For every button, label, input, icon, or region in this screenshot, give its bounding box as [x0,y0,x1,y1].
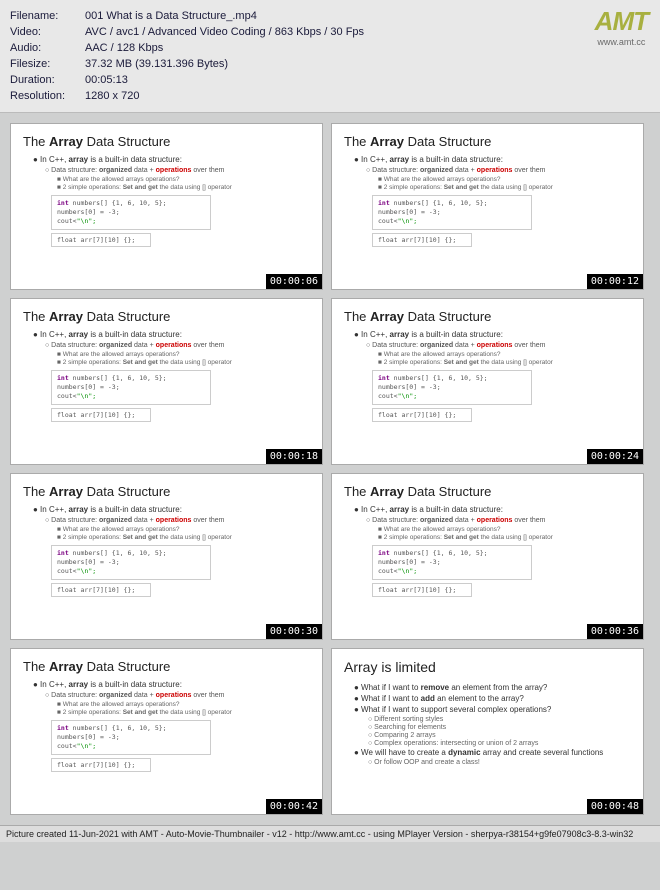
timestamp: 00:00:30 [266,624,322,639]
bullet-3b: ■ 2 simple operations: Set and get the d… [378,534,631,541]
code-box-1: int numbers[] {1, 6, 10, 5};numbers[0] =… [372,545,532,580]
bullet-3b: ■ 2 simple operations: Set and get the d… [57,709,310,716]
bullet-1: ● In C++, array is a built-in data struc… [354,330,631,339]
logo-url: www.amt.cc [595,37,648,47]
slide-title: The Array Data Structure [23,659,310,674]
header-value: 1280 x 720 [85,88,650,104]
bullet-3a: ■ What are the allowed arrays operations… [378,351,631,358]
slide-title: The Array Data Structure [23,309,310,324]
code-box-1: int numbers[] {1, 6, 10, 5};numbers[0] =… [51,195,211,230]
slide-title: The Array Data Structure [23,484,310,499]
bullet-3a: ■ What are the allowed arrays operations… [378,526,631,533]
bullet-3a: ■ What are the allowed arrays operations… [57,701,310,708]
header-value: 37.32 MB (39.131.396 Bytes) [85,56,650,72]
timestamp: 00:00:36 [587,624,643,639]
bullet-2: ○ Data structure: organized data + opera… [45,167,310,174]
slide-title: The Array Data Structure [344,134,631,149]
bullet-3a: ■ What are the allowed arrays operations… [378,176,631,183]
bullet-2: ○ Data structure: organized data + opera… [366,342,631,349]
code-box-2: float arr[7][10] {}; [372,233,472,247]
code-box-2: float arr[7][10] {}; [51,233,151,247]
lim-s2: ○ Searching for elements [368,724,631,731]
thumbnail: The Array Data Structure ● In C++, array… [10,298,323,465]
timestamp: 00:00:06 [266,274,322,289]
bullet-3b: ■ 2 simple operations: Set and get the d… [57,359,310,366]
thumbnail: The Array Data Structure ● In C++, array… [10,473,323,640]
timestamp: 00:00:18 [266,449,322,464]
bullet-2: ○ Data structure: organized data + opera… [45,517,310,524]
bullet-3b: ■ 2 simple operations: Set and get the d… [57,534,310,541]
lim-s1: ○ Different sorting styles [368,716,631,723]
logo: AMT www.amt.cc [595,6,648,47]
lim-s5: ○ Or follow OOP and create a class! [368,759,631,766]
code-box-1: int numbers[] {1, 6, 10, 5};numbers[0] =… [51,370,211,405]
bullet-1: ● In C++, array is a built-in data struc… [33,330,310,339]
thumbnail: The Array Data Structure ● In C++, array… [10,123,323,290]
bullet-3a: ■ What are the allowed arrays operations… [57,526,310,533]
lim-b1: ● What if I want to remove an element fr… [354,683,631,692]
header-label: Filename: [10,8,85,24]
bullet-1: ● In C++, array is a built-in data struc… [354,505,631,514]
code-box-1: int numbers[] {1, 6, 10, 5};numbers[0] =… [51,720,211,755]
header-value: AAC / 128 Kbps [85,40,650,56]
header-value: 001 What is a Data Structure_.mp4 [85,8,650,24]
bullet-3b: ■ 2 simple operations: Set and get the d… [378,184,631,191]
timestamp: 00:00:12 [587,274,643,289]
bullet-2: ○ Data structure: organized data + opera… [366,517,631,524]
header-label: Resolution: [10,88,85,104]
lim-b3: ● What if I want to support several comp… [354,705,631,714]
timestamp: 00:00:48 [587,799,643,814]
bullet-3b: ■ 2 simple operations: Set and get the d… [57,184,310,191]
header-label: Audio: [10,40,85,56]
header-label: Duration: [10,72,85,88]
timestamp: 00:00:24 [587,449,643,464]
logo-text: AMT [595,6,648,37]
thumbnail: The Array Data Structure ● In C++, array… [331,123,644,290]
thumbnail: Array is limited ● What if I want to rem… [331,648,644,815]
bullet-3b: ■ 2 simple operations: Set and get the d… [378,359,631,366]
slide-title: The Array Data Structure [344,309,631,324]
timestamp: 00:00:42 [266,799,322,814]
metadata-header: Filename:001 What is a Data Structure_.m… [0,0,660,113]
bullet-3a: ■ What are the allowed arrays operations… [57,351,310,358]
code-box-2: float arr[7][10] {}; [51,758,151,772]
header-label: Filesize: [10,56,85,72]
lim-s3: ○ Comparing 2 arrays [368,732,631,739]
header-value: 00:05:13 [85,72,650,88]
footer-text: Picture created 11-Jun-2021 with AMT - A… [0,825,660,842]
bullet-1: ● In C++, array is a built-in data struc… [33,155,310,164]
lim-b4: ● We will have to create a dynamic array… [354,748,631,757]
bullet-1: ● In C++, array is a built-in data struc… [354,155,631,164]
header-value: AVC / avc1 / Advanced Video Coding / 863… [85,24,650,40]
code-box-1: int numbers[] {1, 6, 10, 5};numbers[0] =… [51,545,211,580]
thumbnail-grid: The Array Data Structure ● In C++, array… [0,113,660,825]
bullet-1: ● In C++, array is a built-in data struc… [33,505,310,514]
thumbnail: The Array Data Structure ● In C++, array… [10,648,323,815]
code-box-1: int numbers[] {1, 6, 10, 5};numbers[0] =… [372,195,532,230]
code-box-2: float arr[7][10] {}; [51,408,151,422]
bullet-1: ● In C++, array is a built-in data struc… [33,680,310,689]
lim-b2: ● What if I want to add an element to th… [354,694,631,703]
code-box-1: int numbers[] {1, 6, 10, 5};numbers[0] =… [372,370,532,405]
slide-title: The Array Data Structure [23,134,310,149]
code-box-2: float arr[7][10] {}; [372,583,472,597]
code-box-2: float arr[7][10] {}; [372,408,472,422]
bullet-3a: ■ What are the allowed arrays operations… [57,176,310,183]
lim-s4: ○ Complex operations: intersecting or un… [368,740,631,747]
header-label: Video: [10,24,85,40]
thumbnail: The Array Data Structure ● In C++, array… [331,473,644,640]
slide-title: Array is limited [344,659,631,675]
code-box-2: float arr[7][10] {}; [51,583,151,597]
slide-title: The Array Data Structure [344,484,631,499]
bullet-2: ○ Data structure: organized data + opera… [45,692,310,699]
bullet-2: ○ Data structure: organized data + opera… [366,167,631,174]
bullet-2: ○ Data structure: organized data + opera… [45,342,310,349]
thumbnail: The Array Data Structure ● In C++, array… [331,298,644,465]
